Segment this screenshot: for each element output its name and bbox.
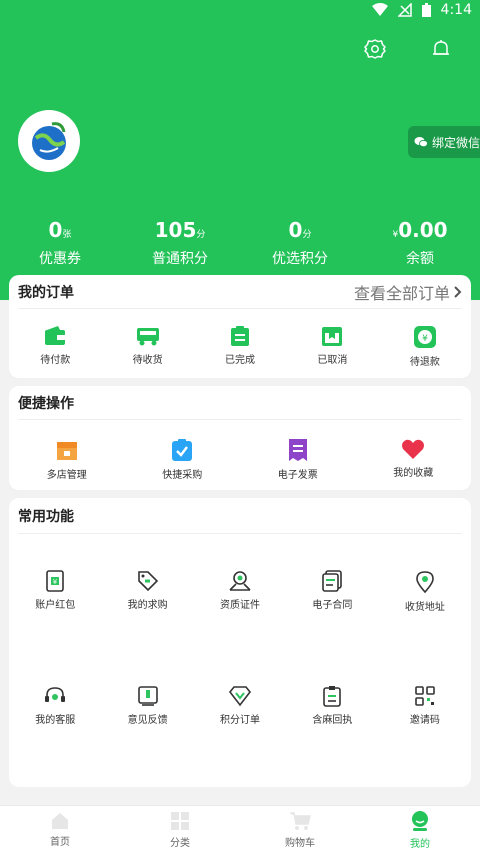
contract-icon <box>322 570 343 592</box>
clipboard-icon <box>231 326 250 346</box>
headset-icon <box>45 687 66 702</box>
bell-icon[interactable] <box>430 38 452 60</box>
globe-logo-icon <box>32 122 66 160</box>
checklist-icon <box>172 439 193 461</box>
avatar[interactable] <box>18 110 80 172</box>
quick-actions-card: 便捷操作 多店管理 快捷采购 电子发票 我的收藏 <box>9 386 471 490</box>
settings-icon[interactable] <box>364 38 386 60</box>
order-pending-refund[interactable]: ¥ 待退款 <box>379 325 471 368</box>
order-pending-payment[interactable]: 待付款 <box>9 325 101 368</box>
stat-balance[interactable]: ¥0.00 余额 <box>360 218 480 268</box>
stat-coupons[interactable]: 0张 优惠券 <box>0 218 120 268</box>
order-cancelled[interactable]: 已取消 <box>286 325 378 368</box>
feedback-icon <box>137 686 158 706</box>
grid-icon <box>171 812 189 830</box>
wifi-icon <box>371 3 388 16</box>
status-time: 4:14 <box>440 2 472 18</box>
chevron-right-icon <box>454 285 462 298</box>
orders-card: 我的订单 查看全部订单 待付款 待收货 已完成 已取消 ¥ 待退款 <box>9 275 471 378</box>
tab-home[interactable]: 首页 <box>0 806 120 854</box>
my-customer-service[interactable]: 我的客服 <box>9 685 101 726</box>
points-orders[interactable]: 积分订单 <box>194 685 286 726</box>
cancelled-box-icon <box>322 327 343 346</box>
ephedrine-receipt[interactable]: 含麻回执 <box>286 685 378 726</box>
feedback[interactable]: 意见反馈 <box>101 685 193 726</box>
battery-icon <box>421 3 431 17</box>
orders-title: 我的订单 <box>18 284 74 301</box>
truck-icon <box>136 328 159 346</box>
shipping-address[interactable]: 收货地址 <box>379 570 471 613</box>
stat-normal-points[interactable]: 105分 普通积分 <box>120 218 240 268</box>
bottom-tab-bar: 首页 分类 购物车 我的 <box>0 805 480 854</box>
bind-wechat-button[interactable]: 绑定微信 <box>408 126 480 158</box>
invitation-code[interactable]: 邀请码 <box>379 685 471 726</box>
refund-icon: ¥ <box>413 326 436 348</box>
store-icon <box>56 442 77 460</box>
bind-wechat-label: 绑定微信 <box>432 135 480 150</box>
home-icon <box>52 813 68 829</box>
status-bar: 4:14 <box>0 0 480 24</box>
heart-icon <box>402 439 425 459</box>
tab-category[interactable]: 分类 <box>120 806 240 854</box>
tab-cart[interactable]: 购物车 <box>240 806 360 854</box>
electronic-contract[interactable]: 电子合同 <box>286 570 378 613</box>
tab-mine[interactable]: 我的 <box>360 806 480 854</box>
my-purchase-requests[interactable]: 我的求购 <box>101 570 193 613</box>
svg-text:¥: ¥ <box>53 578 58 586</box>
order-pending-receipt[interactable]: 待收货 <box>101 325 193 368</box>
qr-code-icon <box>415 686 435 706</box>
account-red-packet[interactable]: ¥ 账户红包 <box>9 570 101 613</box>
common-functions-card: 常用功能 ¥ 账户红包 我的求购 资质证件 电子合同 收货地址 我的客服 意见反… <box>9 498 471 787</box>
quick-actions-title: 便捷操作 <box>18 395 74 412</box>
my-favorites[interactable]: 我的收藏 <box>356 438 472 481</box>
red-packet-icon: ¥ <box>46 570 65 592</box>
tag-icon <box>137 571 158 592</box>
wallet-icon <box>45 326 66 345</box>
electronic-invoice[interactable]: 电子发票 <box>240 438 356 481</box>
quick-purchase[interactable]: 快捷采购 <box>125 438 241 481</box>
qualification-certificates[interactable]: 资质证件 <box>194 570 286 613</box>
order-completed[interactable]: 已完成 <box>194 325 286 368</box>
cart-icon <box>290 812 311 830</box>
common-functions-title: 常用功能 <box>18 508 74 525</box>
location-pin-icon <box>416 571 434 594</box>
signal-icon <box>397 3 412 17</box>
diamond-icon <box>228 686 252 707</box>
invoice-icon <box>288 439 307 461</box>
svg-text:¥: ¥ <box>422 334 428 344</box>
wechat-icon <box>414 137 428 148</box>
multi-store-management[interactable]: 多店管理 <box>9 438 125 481</box>
user-icon <box>412 811 428 831</box>
certificate-icon <box>229 571 251 591</box>
stats-bar: 0张 优惠券 105分 普通积分 0分 优选积分 ¥0.00 余额 <box>0 218 480 268</box>
view-all-orders-link[interactable]: 查看全部订单 <box>354 280 462 304</box>
stat-preferred-points[interactable]: 0分 优选积分 <box>240 218 360 268</box>
receipt-clipboard-icon <box>323 686 342 707</box>
